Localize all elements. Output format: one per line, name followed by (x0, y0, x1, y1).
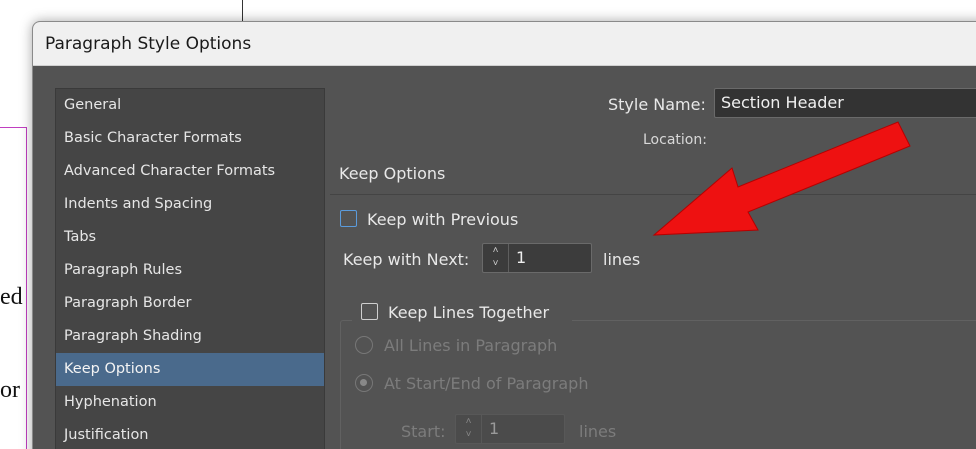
start-label: Start: (401, 422, 446, 441)
document-margin-guide (0, 127, 26, 128)
sidebar-item-tabs[interactable]: Tabs (56, 221, 324, 254)
document-margin-guide-vertical (26, 127, 27, 449)
stepper-arrows-icon[interactable]: ˄ ˅ (483, 244, 509, 272)
at-start-end-label: At Start/End of Paragraph (384, 374, 589, 393)
keep-lines-together-checkbox[interactable] (361, 303, 378, 320)
document-text-line: or (0, 377, 20, 403)
red-arrow-pointer-icon (652, 121, 911, 236)
dialog-title: Paragraph Style Options (45, 34, 252, 54)
options-category-list: General Basic Character Formats Advanced… (55, 88, 325, 449)
document-text-line: ed (0, 284, 23, 310)
dialog-titlebar[interactable]: Paragraph Style Options (33, 22, 976, 66)
section-title: Keep Options (339, 164, 446, 183)
sidebar-item-keep-options[interactable]: Keep Options (56, 353, 324, 386)
sidebar-item-basic-character-formats[interactable]: Basic Character Formats (56, 122, 324, 155)
keep-with-next-label: Keep with Next: (343, 250, 470, 269)
sidebar-item-paragraph-border[interactable]: Paragraph Border (56, 287, 324, 320)
start-lines-value[interactable]: 1 (489, 419, 499, 438)
keep-with-previous-checkbox[interactable] (340, 210, 357, 227)
start-lines-unit: lines (579, 422, 617, 441)
keep-with-next-unit: lines (603, 250, 641, 269)
sidebar-item-advanced-character-formats[interactable]: Advanced Character Formats (56, 155, 324, 188)
keep-lines-together-label: Keep Lines Together (388, 303, 550, 322)
sidebar-item-paragraph-shading[interactable]: Paragraph Shading (56, 320, 324, 353)
sidebar-item-paragraph-rules[interactable]: Paragraph Rules (56, 254, 324, 287)
keep-with-previous-label: Keep with Previous (367, 210, 519, 229)
sidebar-item-general[interactable]: General (56, 89, 324, 122)
start-lines-stepper[interactable]: ˄ ˅ 1 (455, 414, 565, 444)
keep-with-next-value[interactable]: 1 (516, 248, 526, 267)
at-start-end-radio[interactable] (355, 374, 373, 392)
all-lines-radio[interactable] (355, 336, 373, 354)
all-lines-label: All Lines in Paragraph (384, 336, 558, 355)
sidebar-item-hyphenation[interactable]: Hyphenation (56, 386, 324, 419)
sidebar-item-indents-and-spacing[interactable]: Indents and Spacing (56, 188, 324, 221)
stepper-arrows-icon[interactable]: ˄ ˅ (456, 415, 482, 443)
sidebar-item-justification[interactable]: Justification (56, 419, 324, 449)
keep-with-next-stepper[interactable]: ˄ ˅ 1 (482, 243, 592, 273)
